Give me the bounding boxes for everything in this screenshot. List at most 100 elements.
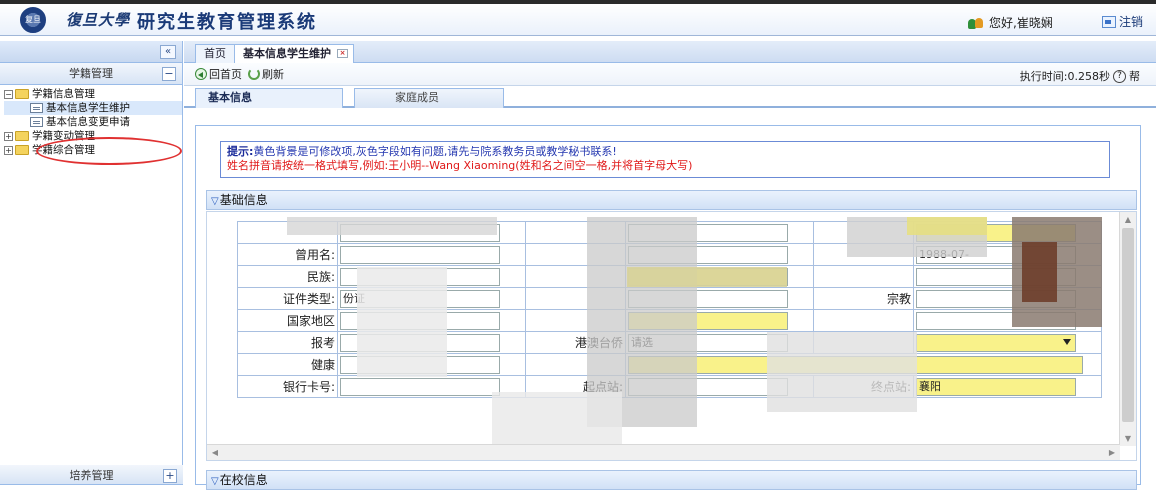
subtab-basic-info[interactable]: 基本信息 xyxy=(195,88,343,108)
content-frame: 提示:黄色背景是可修改项,灰色字段如有问题,请先与院系教务员或教学秘书联系! 姓… xyxy=(195,125,1141,490)
logout-icon xyxy=(1102,15,1116,28)
form-cell xyxy=(337,375,526,398)
form-cell: 请选 xyxy=(625,331,814,354)
user-greeting: 您好,崔晓娴 xyxy=(989,16,1053,30)
tree-node-label: 学籍信息管理 xyxy=(32,88,95,100)
subtab-family-members[interactable]: 家庭成员 xyxy=(354,88,504,108)
back-home-button[interactable]: 回首页 xyxy=(195,66,242,82)
text-field[interactable] xyxy=(916,311,1076,330)
text-field[interactable] xyxy=(628,267,788,286)
tip-text-1: 黄色背景是可修改项,灰色字段如有问题,请先与院系教务员或教学秘书联系! xyxy=(253,145,617,158)
toolbar: 回首页 刷新 执行时间:0.258秒 ? 帮 xyxy=(184,63,1156,86)
text-field[interactable] xyxy=(340,223,500,242)
start-station-input[interactable] xyxy=(628,377,788,396)
tree-node-basic-info-maintain[interactable]: 基本信息学生维护 xyxy=(4,101,182,115)
close-icon[interactable]: × xyxy=(337,49,348,58)
scroll-up-icon[interactable]: ▲ xyxy=(1120,212,1136,227)
tree-collapse-icon[interactable]: − xyxy=(4,89,13,99)
form-label xyxy=(525,287,626,310)
hk-mo-tw-select[interactable]: 请选 xyxy=(628,333,788,352)
accordion-title: 培养管理 xyxy=(69,469,114,482)
yellow-select[interactable] xyxy=(916,333,1076,352)
form-row: 健康 xyxy=(237,353,1102,376)
form-row: 银行卡号: 起点站: 终点站: 襄阳 xyxy=(237,375,1102,398)
id-number-input[interactable] xyxy=(628,289,788,308)
sidebar-collapse-bar: « xyxy=(0,41,182,63)
form-cell xyxy=(337,221,526,244)
accordion-header-registry[interactable]: 学籍管理 − xyxy=(0,63,182,85)
tip-box: 提示:黄色背景是可修改项,灰色字段如有问题,请先与院系教务员或教学秘书联系! 姓… xyxy=(220,141,1110,178)
text-field[interactable] xyxy=(628,311,788,330)
tab-bar: 首页 基本信息学生维护 × xyxy=(184,41,1156,63)
form-cell xyxy=(625,221,814,244)
exec-time-text: 执行时间:0.258秒 xyxy=(1019,70,1110,83)
form-label xyxy=(813,265,914,288)
religion-label: 宗教 xyxy=(813,287,914,310)
basic-info-form: 曾用名: 1988-07- 民族: 证件类型: 份证 宗教 国家地区 报考 港澳… xyxy=(237,221,1102,398)
tip-line-1: 提示:黄色背景是可修改项,灰色字段如有问题,请先与院系教务员或教学秘书联系! xyxy=(227,145,1103,159)
end-station-input[interactable]: 襄阳 xyxy=(916,377,1076,396)
country-label: 国家地区 xyxy=(237,309,338,332)
text-field[interactable] xyxy=(916,267,1076,286)
refresh-button[interactable]: 刷新 xyxy=(248,66,284,82)
user-greeting-area: 您好,崔晓娴 xyxy=(968,14,1053,31)
bank-card-input[interactable] xyxy=(340,377,500,396)
folder-icon xyxy=(15,131,29,141)
scroll-left-icon[interactable]: ◀ xyxy=(207,445,223,460)
form-cell: 1988-07- xyxy=(913,243,1102,266)
form-label xyxy=(525,353,626,376)
tab-label: 基本信息学生维护 xyxy=(243,47,331,60)
form-cell xyxy=(337,243,526,266)
tree-node-basic-info-change[interactable]: 基本信息变更申请 xyxy=(4,115,182,129)
tree-node-registry-info[interactable]: − 学籍信息管理 xyxy=(4,87,182,101)
form-cell xyxy=(913,309,1102,332)
logout-link[interactable]: 注销 xyxy=(1102,13,1143,30)
accordion-collapse-button[interactable]: − xyxy=(162,67,176,81)
scroll-right-icon[interactable]: ▶ xyxy=(1104,445,1120,460)
form-row: 国家地区 xyxy=(237,309,1102,332)
country-select[interactable] xyxy=(340,311,500,330)
highlight-annotation xyxy=(36,137,182,165)
form-label xyxy=(525,309,626,332)
text-field[interactable] xyxy=(628,355,1083,374)
horizontal-scrollbar[interactable]: ◀ ▶ xyxy=(207,444,1120,460)
university-seal-icon: 复旦 xyxy=(20,7,46,33)
health-select[interactable] xyxy=(340,355,500,374)
tree-expand-icon[interactable]: + xyxy=(4,131,13,141)
text-field[interactable] xyxy=(916,223,1076,242)
logout-label[interactable]: 注销 xyxy=(1119,13,1143,30)
form-cell xyxy=(625,287,814,310)
scroll-thumb[interactable] xyxy=(1122,228,1134,422)
bank-card-label: 银行卡号: xyxy=(237,375,338,398)
accordion-expand-button[interactable]: + xyxy=(163,469,177,483)
scroll-down-icon[interactable]: ▼ xyxy=(1120,431,1136,446)
text-field[interactable] xyxy=(628,223,788,242)
select-field[interactable] xyxy=(628,245,788,264)
form-cell xyxy=(625,265,814,288)
users-icon xyxy=(968,17,986,29)
former-name-input[interactable] xyxy=(340,245,500,264)
tree-expand-icon[interactable]: + xyxy=(4,145,13,155)
section-header-basic[interactable]: ▽基础信息 xyxy=(206,190,1137,210)
exam-type-select[interactable] xyxy=(340,333,500,352)
collapse-triangle-icon: ▽ xyxy=(211,196,219,207)
accordion-header-training[interactable]: 培养管理 + xyxy=(0,465,183,485)
form-row: 证件类型: 份证 宗教 xyxy=(237,287,1102,310)
help-label[interactable]: 帮 xyxy=(1129,68,1140,84)
help-icon[interactable]: ? xyxy=(1113,69,1126,83)
form-label xyxy=(813,309,914,332)
collapse-sidebar-button[interactable]: « xyxy=(160,45,176,59)
vertical-scrollbar[interactable]: ▲ ▼ xyxy=(1119,212,1136,446)
id-type-select[interactable]: 份证 xyxy=(340,289,500,308)
birth-date-input[interactable]: 1988-07- xyxy=(916,245,1076,264)
form-cell xyxy=(337,265,526,288)
form-cell xyxy=(337,331,526,354)
tab-home[interactable]: 首页 xyxy=(195,44,235,63)
section-header-school[interactable]: ▽在校信息 xyxy=(206,470,1137,490)
religion-select[interactable] xyxy=(916,289,1076,308)
form-label xyxy=(525,221,626,244)
form-cell xyxy=(625,309,814,332)
tab-basic-info-maintain[interactable]: 基本信息学生维护 × xyxy=(234,44,354,63)
ethnicity-select[interactable] xyxy=(340,267,500,286)
form-row: 民族: xyxy=(237,265,1102,288)
